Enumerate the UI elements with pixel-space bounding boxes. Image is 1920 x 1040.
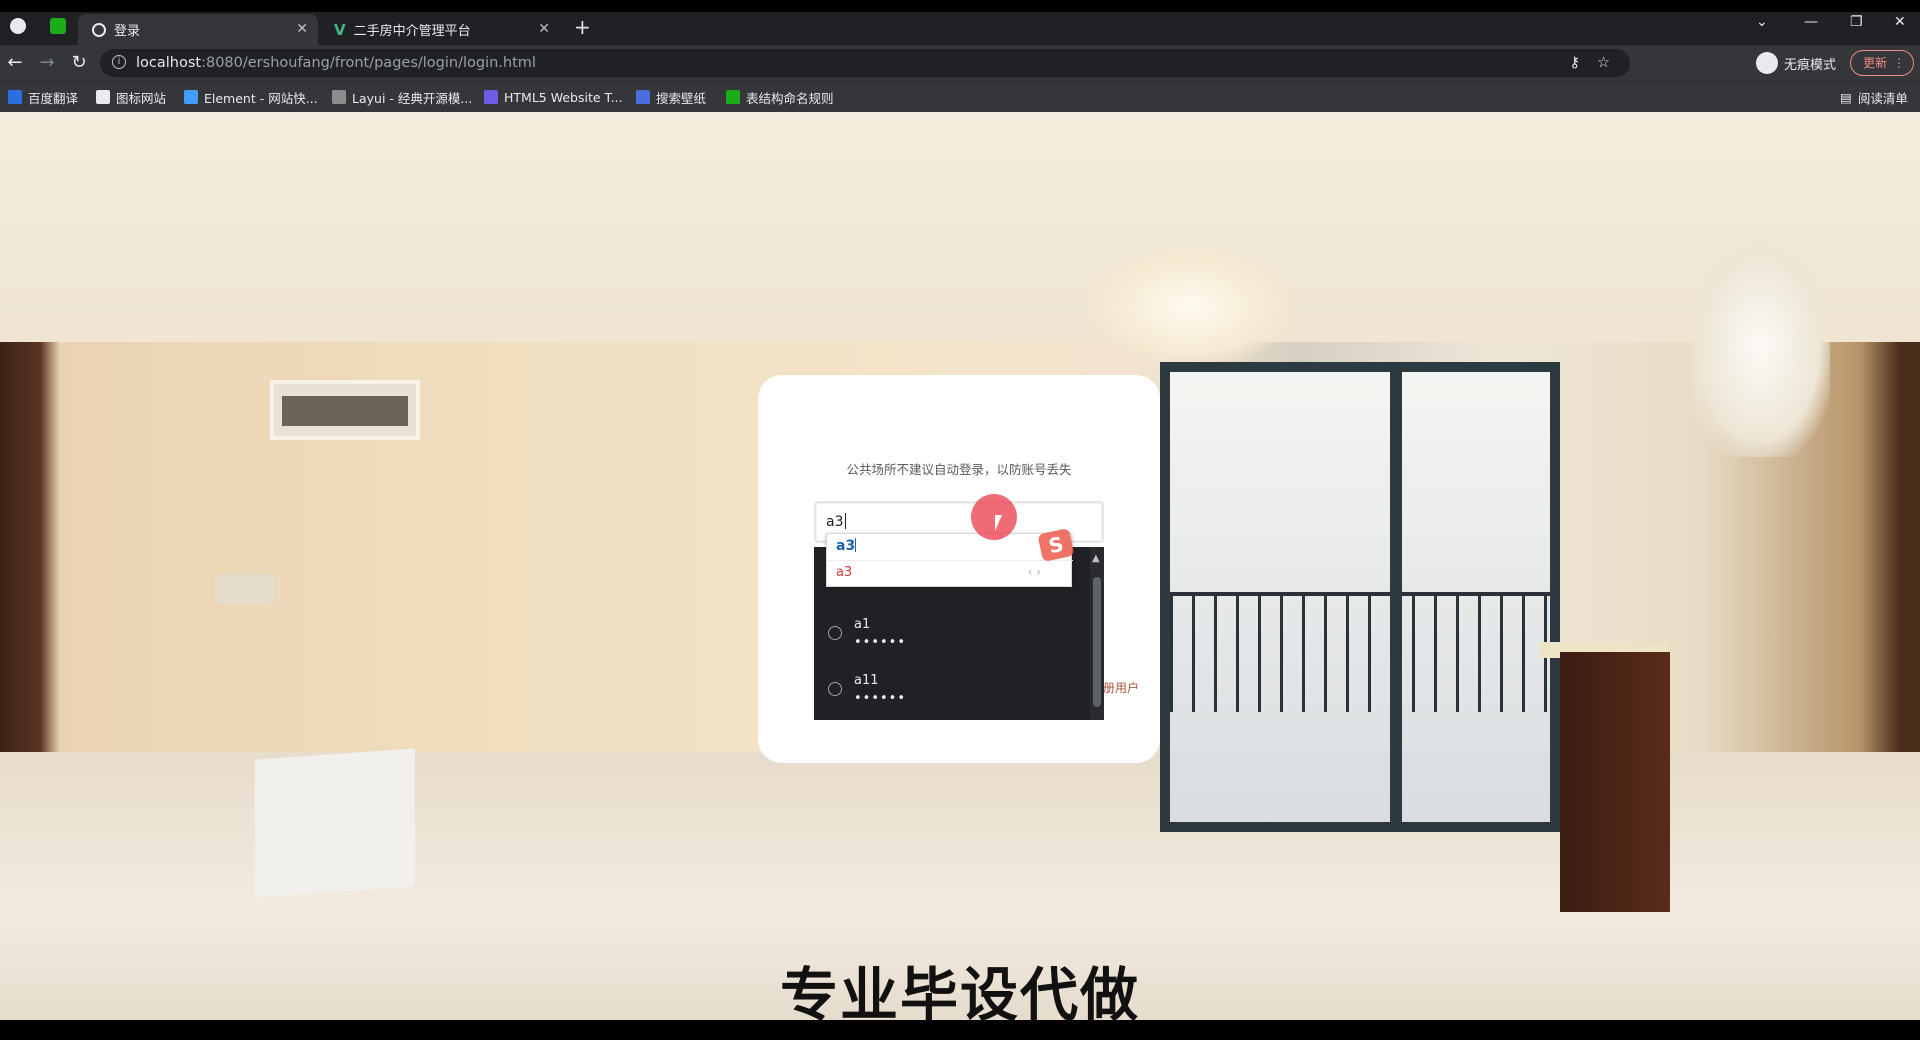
- update-label: 更新: [1863, 56, 1888, 70]
- close-icon[interactable]: ✕: [538, 21, 550, 37]
- bookmark-item[interactable]: Element - 网站快...: [184, 88, 318, 106]
- browser-tab-bar: 登录 ✕ V 二手房中介管理平台 ✕ + ⌄ — ❐ ✕: [0, 12, 1920, 45]
- restore-button[interactable]: ❐: [1850, 14, 1863, 30]
- tab-admin-platform[interactable]: V 二手房中介管理平台 ✕: [320, 14, 560, 45]
- bookmarks-bar: 百度翻译 图标网站 Element - 网站快... Layui - 经典开源模…: [0, 81, 1920, 112]
- bookmark-item[interactable]: 图标网站: [96, 88, 166, 106]
- browser-app-icon: [10, 18, 26, 34]
- ime-divider: [827, 560, 1073, 561]
- wall-switch-image: [215, 574, 275, 604]
- wall-vent-image: [270, 380, 420, 440]
- sheets-pinned-tab-icon[interactable]: [50, 18, 66, 34]
- reading-list-icon: ▤: [1840, 89, 1852, 105]
- globe-icon: [828, 682, 842, 696]
- globe-icon: [828, 626, 842, 640]
- tab-title: 二手房中介管理平台: [353, 24, 471, 39]
- bookmark-label: 图标网站: [116, 90, 167, 106]
- info-icon[interactable]: i: [112, 55, 126, 69]
- saved-password-mask: ••••••: [854, 691, 907, 706]
- bookmark-label: Layui - 经典开源模...: [352, 90, 473, 106]
- html5-icon: [484, 90, 498, 104]
- bookmark-item[interactable]: 表结构命名规则: [726, 88, 834, 106]
- tab-login[interactable]: 登录 ✕: [78, 14, 318, 45]
- new-tab-button[interactable]: +: [574, 15, 591, 39]
- incognito-label: 无痕模式: [1784, 57, 1837, 73]
- close-icon[interactable]: ✕: [296, 21, 308, 37]
- close-window-button[interactable]: ✕: [1894, 14, 1906, 30]
- wall-lamp-image: [1690, 237, 1830, 457]
- ime-composition-text: a3: [836, 538, 856, 554]
- bookmark-label: Element - 网站快...: [204, 90, 318, 106]
- balcony-door-image: [1160, 362, 1560, 832]
- saved-username: a11: [854, 673, 879, 688]
- reload-button[interactable]: ↻: [68, 52, 90, 74]
- cabinet-image: [1560, 652, 1670, 912]
- bookmark-item[interactable]: HTML5 Website T...: [484, 88, 623, 106]
- star-icon[interactable]: ☆: [1597, 49, 1610, 77]
- vue-logo-icon: V: [334, 20, 346, 39]
- translate-icon: [8, 90, 22, 104]
- ime-composition: a3: [836, 538, 857, 554]
- overlay-caption: 专业毕设代做: [779, 961, 1140, 1020]
- menu-dots-icon: ⋮: [1893, 56, 1905, 70]
- balcony-railing: [1170, 592, 1550, 712]
- screen: 登录 ✕ V 二手房中介管理平台 ✕ + ⌄ — ❐ ✕ ← → ↻ i loc…: [0, 0, 1920, 1040]
- url-host: localhost: [136, 55, 202, 71]
- layui-icon: [332, 90, 346, 104]
- key-icon[interactable]: ⚷: [1569, 49, 1580, 77]
- globe-icon: [92, 22, 106, 37]
- minimize-button[interactable]: —: [1804, 14, 1818, 30]
- bookmark-item[interactable]: 搜索壁纸: [636, 88, 706, 106]
- username-value: a3: [826, 514, 844, 530]
- saved-password-mask: ••••••: [854, 635, 907, 650]
- saved-username: a1: [854, 617, 871, 632]
- forward-button[interactable]: →: [36, 52, 58, 74]
- incognito-icon: [1756, 52, 1778, 74]
- bookmark-item[interactable]: 百度翻译: [8, 88, 78, 106]
- room-ceiling: [0, 112, 1920, 342]
- flag-icon: [96, 90, 110, 104]
- url-path: :8080/ershoufang/front/pages/login/login…: [201, 55, 536, 71]
- sheet-icon: [726, 90, 740, 104]
- back-button[interactable]: ←: [4, 52, 26, 74]
- incognito-indicator[interactable]: 无痕模式: [1756, 51, 1836, 75]
- text-caret: [844, 513, 846, 529]
- tab-title: 登录: [114, 24, 141, 39]
- dropdown-scrollbar[interactable]: ▲: [1090, 547, 1104, 720]
- scrollbar-thumb[interactable]: [1093, 577, 1101, 707]
- reading-list-button[interactable]: ▤ 阅读清单: [1840, 88, 1908, 106]
- ime-candidate-window: a3 a3 ‹ ›: [826, 533, 1073, 587]
- auto-login-tip: 公共场所不建议自动登录，以防账号丢失: [846, 462, 1072, 477]
- bookmark-label: 表结构命名规则: [746, 90, 834, 106]
- door-mullion: [1390, 362, 1402, 832]
- reading-list-label: 阅读清单: [1857, 90, 1908, 106]
- address-bar[interactable]: i localhost:8080/ershoufang/front/pages/…: [100, 49, 1630, 77]
- wallpaper-icon: [636, 90, 650, 104]
- tab-search-icon[interactable]: ⌄: [1756, 14, 1768, 30]
- bookmark-label: HTML5 Website T...: [504, 89, 623, 105]
- wall-heater-image: [255, 748, 415, 898]
- chandelier-image: [1090, 247, 1290, 367]
- update-button[interactable]: 更新 ⋮: [1850, 50, 1914, 76]
- autofill-suggestion[interactable]: a1 ••••••: [814, 611, 1090, 661]
- bookmark-label: 百度翻译: [28, 90, 79, 106]
- vent-slot: [282, 396, 408, 426]
- autofill-suggestion[interactable]: a11 ••••••: [814, 667, 1090, 717]
- mouse-pointer-icon: [995, 515, 1002, 531]
- scroll-up-icon[interactable]: ▲: [1092, 553, 1100, 564]
- cursor-highlight: [971, 494, 1017, 540]
- ime-candidate[interactable]: a3: [836, 565, 852, 580]
- bookmark-label: 搜索壁纸: [656, 90, 707, 106]
- register-link[interactable]: 册用户: [1103, 679, 1139, 696]
- ime-page-arrows-icon[interactable]: ‹ ›: [1028, 565, 1041, 579]
- browser-toolbar: ← → ↻ i localhost:8080/ershoufang/front/…: [0, 45, 1920, 81]
- element-icon: [184, 90, 198, 104]
- bookmark-item[interactable]: Layui - 经典开源模...: [332, 88, 472, 106]
- ime-caret: [855, 538, 857, 552]
